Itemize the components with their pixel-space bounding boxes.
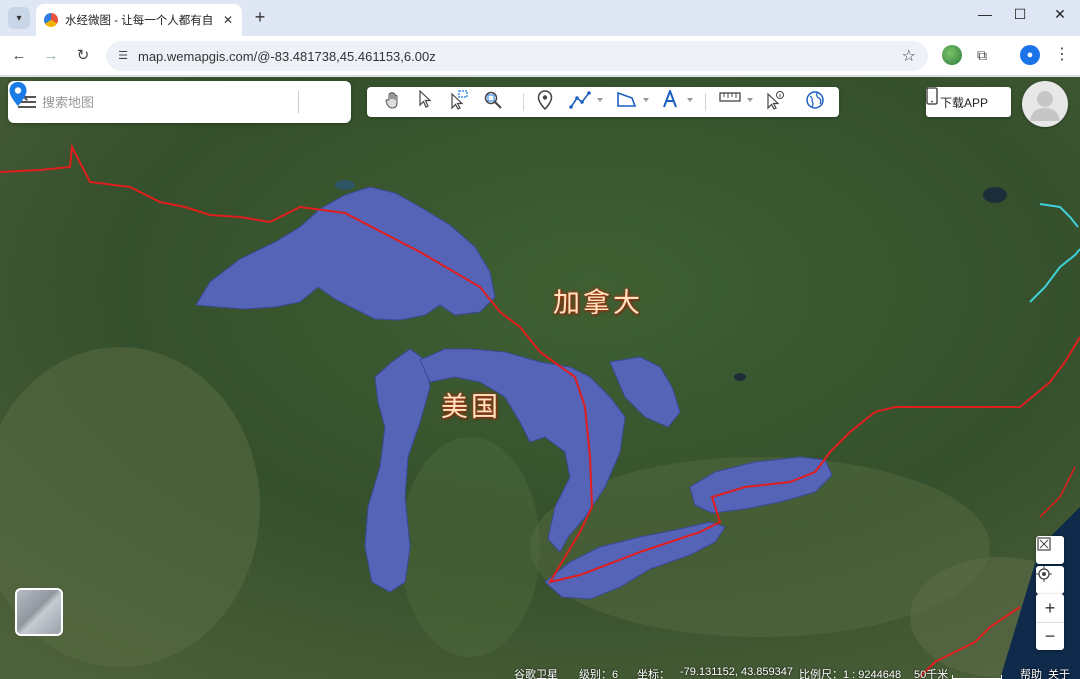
zoom-control: + − [1036, 594, 1064, 650]
polyline-icon[interactable] [569, 90, 593, 114]
phone-icon [926, 87, 938, 105]
site-info-icon[interactable]: ☰ [114, 47, 132, 65]
text-icon[interactable] [661, 90, 685, 114]
pointer-icon[interactable] [417, 90, 441, 114]
chevron-down-icon[interactable] [747, 98, 753, 102]
coords-value: -79.131152, 43.859347 [680, 666, 793, 678]
download-app-label: 下载APP [940, 95, 989, 110]
address-bar[interactable]: ☰ map.wemapgis.com/@-83.481738,45.461153… [106, 41, 928, 71]
drawing-toolbar [367, 87, 839, 117]
coords-label: 坐标： [637, 669, 670, 679]
forward-icon[interactable]: → [40, 45, 62, 67]
map-source: 谷歌卫星 [514, 669, 558, 679]
browser-tab[interactable]: 水经微图 - 让每一个人都有自己 ✕ [36, 4, 242, 36]
star-icon[interactable]: ☆ [902, 46, 916, 66]
extension-icon[interactable] [942, 45, 962, 65]
zoom-select-icon[interactable] [483, 90, 507, 114]
toolbar-separator [705, 93, 706, 111]
close-window-icon[interactable]: ✕ [1048, 6, 1072, 23]
label-usa: 美国 [441, 392, 501, 423]
info-pointer-icon[interactable] [765, 90, 789, 114]
profile-icon[interactable]: ● [1020, 45, 1040, 65]
search-input[interactable] [42, 92, 252, 112]
search-divider [298, 91, 299, 113]
chevron-down-icon[interactable] [643, 98, 649, 102]
map-view[interactable]: 下载APP 加拿大 美国 + − 谷歌卫星 级别：6 坐标： -79.13115… [0, 77, 1080, 679]
new-tab-icon[interactable]: + [250, 7, 270, 27]
reload-icon[interactable]: ↻ [72, 45, 94, 67]
hand-icon[interactable] [383, 90, 407, 114]
locate-icon[interactable] [1036, 566, 1064, 594]
zoom-in-icon[interactable]: + [1036, 594, 1064, 622]
marker-icon[interactable] [537, 90, 561, 114]
polygon-icon[interactable] [615, 90, 639, 114]
toolbar-separator [523, 93, 524, 111]
tab-title: 水经微图 - 让每一个人都有自己 [65, 15, 215, 27]
ruler-icon[interactable] [719, 90, 743, 114]
close-icon[interactable]: ✕ [223, 13, 233, 27]
location-pin-icon[interactable] [8, 81, 28, 107]
maximize-icon[interactable]: ☐ [1008, 6, 1032, 23]
download-app-button[interactable]: 下载APP [926, 87, 1011, 117]
scale-label: 50千米 [914, 669, 949, 679]
globe-icon[interactable] [805, 90, 829, 114]
browser-toolbar: ← → ↻ ☰ map.wemapgis.com/@-83.481738,45.… [0, 36, 1080, 76]
layer-switch-icon[interactable] [15, 588, 63, 636]
tab-list-icon[interactable]: ▾ [8, 7, 30, 29]
search-box [8, 81, 351, 123]
scale-ratio: 比例尺：1 : 9244648 [799, 669, 902, 679]
puzzle-icon[interactable]: ⧉ [972, 45, 992, 65]
status-bar: 谷歌卫星 级别：6 坐标： -79.131152, 43.859347 比例尺：… [500, 665, 1080, 679]
zoom-level: 级别：6 [579, 669, 619, 679]
select-icon[interactable] [449, 90, 473, 114]
satellite-map [0, 77, 1080, 679]
minimize-icon[interactable]: — [973, 6, 997, 22]
back-icon[interactable]: ← [8, 45, 30, 67]
about-link[interactable]: 关于 [1048, 666, 1070, 679]
avatar-icon[interactable] [1022, 81, 1068, 127]
zoom-out-icon[interactable]: − [1036, 622, 1064, 650]
chevron-down-icon[interactable] [687, 98, 693, 102]
label-canada: 加拿大 [553, 288, 643, 319]
fullscreen-icon[interactable] [1036, 536, 1064, 564]
chevron-down-icon[interactable] [597, 98, 603, 102]
url-text[interactable]: map.wemapgis.com/@-83.481738,45.461153,6… [138, 49, 436, 64]
scale-bar [952, 675, 1002, 679]
browser-tab-bar: ▾ 水经微图 - 让每一个人都有自己 ✕ + — ☐ ✕ [0, 0, 1080, 36]
menu-icon[interactable]: ⋮ [1052, 45, 1072, 65]
help-link[interactable]: 帮助 [1020, 666, 1042, 679]
favicon-icon [44, 13, 58, 27]
